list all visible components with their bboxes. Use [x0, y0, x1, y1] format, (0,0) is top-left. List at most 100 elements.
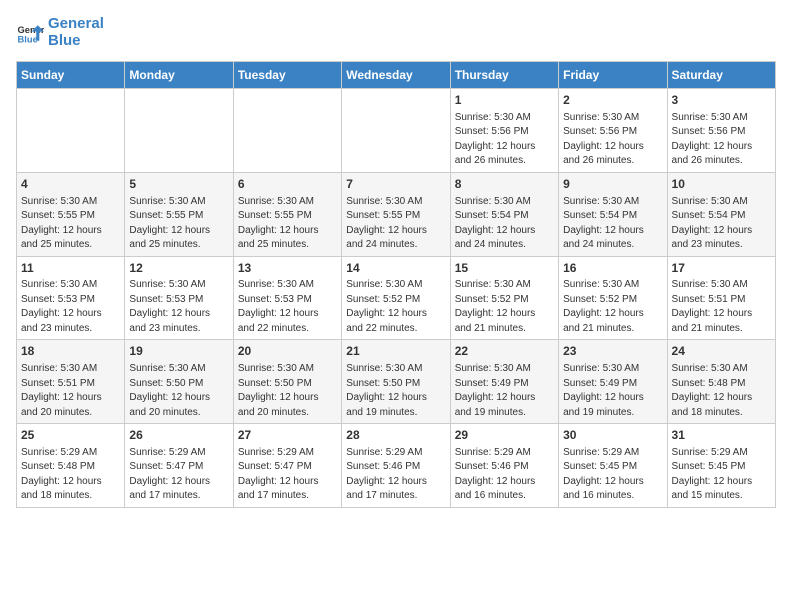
calendar-cell: 15Sunrise: 5:30 AM Sunset: 5:52 PM Dayli… — [450, 256, 558, 340]
day-info: Sunrise: 5:30 AM Sunset: 5:51 PM Dayligh… — [21, 362, 120, 420]
svg-text:Blue: Blue — [18, 34, 38, 44]
calendar-cell: 28 Sunrise: 5:29 AM Sunset: 5:46 PM Dayli… — [342, 424, 450, 508]
day-info: Sunrise: 5:30 AM Sunset: 5:55 PM Dayligh… — [238, 195, 337, 253]
day-info: Sunrise: 5:30 AM Sunset: 5:50 PM Dayligh… — [238, 362, 337, 420]
calendar-cell: 17Sunrise: 5:30 AM Sunset: 5:51 PM Dayli… — [667, 256, 775, 340]
calendar-cell: 10 Sunrise: 5:30 AM Sunset: 5:54 PM Dayli… — [667, 172, 775, 256]
day-number: 12 — [129, 260, 228, 277]
weekday-header-thursday: Thursday — [450, 62, 558, 89]
day-info: Sunrise: 5:30 AM Sunset: 5:51 PM Dayligh… — [672, 278, 771, 336]
day-info: Sunrise: 5:30 AM Sunset: 5:52 PM Dayligh… — [455, 278, 554, 336]
day-info: Sunrise: 5:30 AM Sunset: 5:50 PM Dayligh… — [346, 362, 445, 420]
calendar-cell: 22Sunrise: 5:30 AM Sunset: 5:49 PM Dayli… — [450, 340, 558, 424]
day-info: Sunrise: 5:30 AM Sunset: 5:53 PM Dayligh… — [238, 278, 337, 336]
calendar-cell: 30 Sunrise: 5:29 AM Sunset: 5:45 PM Dayli… — [559, 424, 667, 508]
day-info: Sunrise: 5:30 AM Sunset: 5:53 PM Dayligh… — [129, 278, 228, 336]
calendar-week-4: 18 Sunrise: 5:30 AM Sunset: 5:51 PM Dayli… — [17, 340, 776, 424]
day-info: Sunrise: 5:30 AM Sunset: 5:56 PM Dayligh… — [672, 111, 771, 169]
calendar-cell: 7 Sunrise: 5:30 AM Sunset: 5:55 PM Daylig… — [342, 172, 450, 256]
day-number: 8 — [455, 176, 554, 193]
day-number: 30 — [563, 427, 662, 444]
calendar-cell: 11Sunrise: 5:30 AM Sunset: 5:53 PM Dayli… — [17, 256, 125, 340]
day-number: 2 — [563, 92, 662, 109]
day-number: 26 — [129, 427, 228, 444]
day-info: Sunrise: 5:30 AM Sunset: 5:54 PM Dayligh… — [672, 195, 771, 253]
day-number: 1 — [455, 92, 554, 109]
day-number: 15 — [455, 260, 554, 277]
day-info: Sunrise: 5:30 AM Sunset: 5:54 PM Dayligh… — [455, 195, 554, 253]
day-info: Sunrise: 5:30 AM Sunset: 5:53 PM Dayligh… — [21, 278, 120, 336]
day-number: 21 — [346, 343, 445, 360]
calendar-table: SundayMondayTuesdayWednesdayThursdayFrid… — [16, 61, 776, 508]
day-number: 27 — [238, 427, 337, 444]
calendar-week-3: 11Sunrise: 5:30 AM Sunset: 5:53 PM Dayli… — [17, 256, 776, 340]
day-number: 20 — [238, 343, 337, 360]
day-info: Sunrise: 5:30 AM Sunset: 5:52 PM Dayligh… — [346, 278, 445, 336]
calendar-cell: 14Sunrise: 5:30 AM Sunset: 5:52 PM Dayli… — [342, 256, 450, 340]
day-number: 14 — [346, 260, 445, 277]
day-info: Sunrise: 5:30 AM Sunset: 5:49 PM Dayligh… — [455, 362, 554, 420]
day-info: Sunrise: 5:29 AM Sunset: 5:47 PM Dayligh… — [129, 446, 228, 504]
calendar-cell: 13Sunrise: 5:30 AM Sunset: 5:53 PM Dayli… — [233, 256, 341, 340]
day-info: Sunrise: 5:30 AM Sunset: 5:49 PM Dayligh… — [563, 362, 662, 420]
calendar-cell: 8 Sunrise: 5:30 AM Sunset: 5:54 PM Daylig… — [450, 172, 558, 256]
calendar-cell: 2 Sunrise: 5:30 AM Sunset: 5:56 PM Daylig… — [559, 89, 667, 173]
day-number: 28 — [346, 427, 445, 444]
day-number: 16 — [563, 260, 662, 277]
day-number: 6 — [238, 176, 337, 193]
day-info: Sunrise: 5:30 AM Sunset: 5:55 PM Dayligh… — [129, 195, 228, 253]
day-info: Sunrise: 5:30 AM Sunset: 5:50 PM Dayligh… — [129, 362, 228, 420]
day-number: 31 — [672, 427, 771, 444]
logo: General Blue General Blue — [16, 16, 104, 49]
weekday-header-monday: Monday — [125, 62, 233, 89]
logo-icon: General Blue — [16, 19, 44, 47]
page-header: General Blue General Blue — [16, 16, 776, 49]
day-number: 17 — [672, 260, 771, 277]
calendar-cell — [233, 89, 341, 173]
day-number: 4 — [21, 176, 120, 193]
weekday-header-saturday: Saturday — [667, 62, 775, 89]
calendar-cell: 31Sunrise: 5:29 AM Sunset: 5:45 PM Dayli… — [667, 424, 775, 508]
calendar-week-1: 1 Sunrise: 5:30 AM Sunset: 5:56 PM Daylig… — [17, 89, 776, 173]
day-info: Sunrise: 5:30 AM Sunset: 5:54 PM Dayligh… — [563, 195, 662, 253]
day-number: 5 — [129, 176, 228, 193]
calendar-cell: 18 Sunrise: 5:30 AM Sunset: 5:51 PM Dayli… — [17, 340, 125, 424]
day-number: 18 — [21, 343, 120, 360]
weekday-header-wednesday: Wednesday — [342, 62, 450, 89]
calendar-cell — [17, 89, 125, 173]
calendar-cell: 20 Sunrise: 5:30 AM Sunset: 5:50 PM Dayli… — [233, 340, 341, 424]
day-info: Sunrise: 5:29 AM Sunset: 5:45 PM Dayligh… — [563, 446, 662, 504]
calendar-cell: 24Sunrise: 5:30 AM Sunset: 5:48 PM Dayli… — [667, 340, 775, 424]
day-number: 29 — [455, 427, 554, 444]
calendar-cell: 16Sunrise: 5:30 AM Sunset: 5:52 PM Dayli… — [559, 256, 667, 340]
logo-text: General Blue — [48, 16, 104, 49]
day-info: Sunrise: 5:30 AM Sunset: 5:48 PM Dayligh… — [672, 362, 771, 420]
calendar-cell: 5 Sunrise: 5:30 AM Sunset: 5:55 PM Daylig… — [125, 172, 233, 256]
day-number: 10 — [672, 176, 771, 193]
day-info: Sunrise: 5:30 AM Sunset: 5:55 PM Dayligh… — [346, 195, 445, 253]
day-number: 9 — [563, 176, 662, 193]
day-info: Sunrise: 5:29 AM Sunset: 5:46 PM Dayligh… — [346, 446, 445, 504]
calendar-cell — [342, 89, 450, 173]
day-info: Sunrise: 5:30 AM Sunset: 5:52 PM Dayligh… — [563, 278, 662, 336]
calendar-cell: 19 Sunrise: 5:30 AM Sunset: 5:50 PM Dayli… — [125, 340, 233, 424]
weekday-header-tuesday: Tuesday — [233, 62, 341, 89]
day-number: 11 — [21, 260, 120, 277]
calendar-cell: 6 Sunrise: 5:30 AM Sunset: 5:55 PM Daylig… — [233, 172, 341, 256]
day-info: Sunrise: 5:30 AM Sunset: 5:56 PM Dayligh… — [455, 111, 554, 169]
calendar-cell: 9 Sunrise: 5:30 AM Sunset: 5:54 PM Daylig… — [559, 172, 667, 256]
day-number: 25 — [21, 427, 120, 444]
day-info: Sunrise: 5:29 AM Sunset: 5:48 PM Dayligh… — [21, 446, 120, 504]
day-number: 19 — [129, 343, 228, 360]
calendar-cell — [125, 89, 233, 173]
day-number: 23 — [563, 343, 662, 360]
day-info: Sunrise: 5:30 AM Sunset: 5:55 PM Dayligh… — [21, 195, 120, 253]
day-info: Sunrise: 5:30 AM Sunset: 5:56 PM Dayligh… — [563, 111, 662, 169]
calendar-cell: 12Sunrise: 5:30 AM Sunset: 5:53 PM Dayli… — [125, 256, 233, 340]
calendar-cell: 4 Sunrise: 5:30 AM Sunset: 5:55 PM Daylig… — [17, 172, 125, 256]
day-info: Sunrise: 5:29 AM Sunset: 5:46 PM Dayligh… — [455, 446, 554, 504]
day-info: Sunrise: 5:29 AM Sunset: 5:47 PM Dayligh… — [238, 446, 337, 504]
calendar-week-5: 25 Sunrise: 5:29 AM Sunset: 5:48 PM Dayli… — [17, 424, 776, 508]
day-number: 7 — [346, 176, 445, 193]
weekday-header-friday: Friday — [559, 62, 667, 89]
